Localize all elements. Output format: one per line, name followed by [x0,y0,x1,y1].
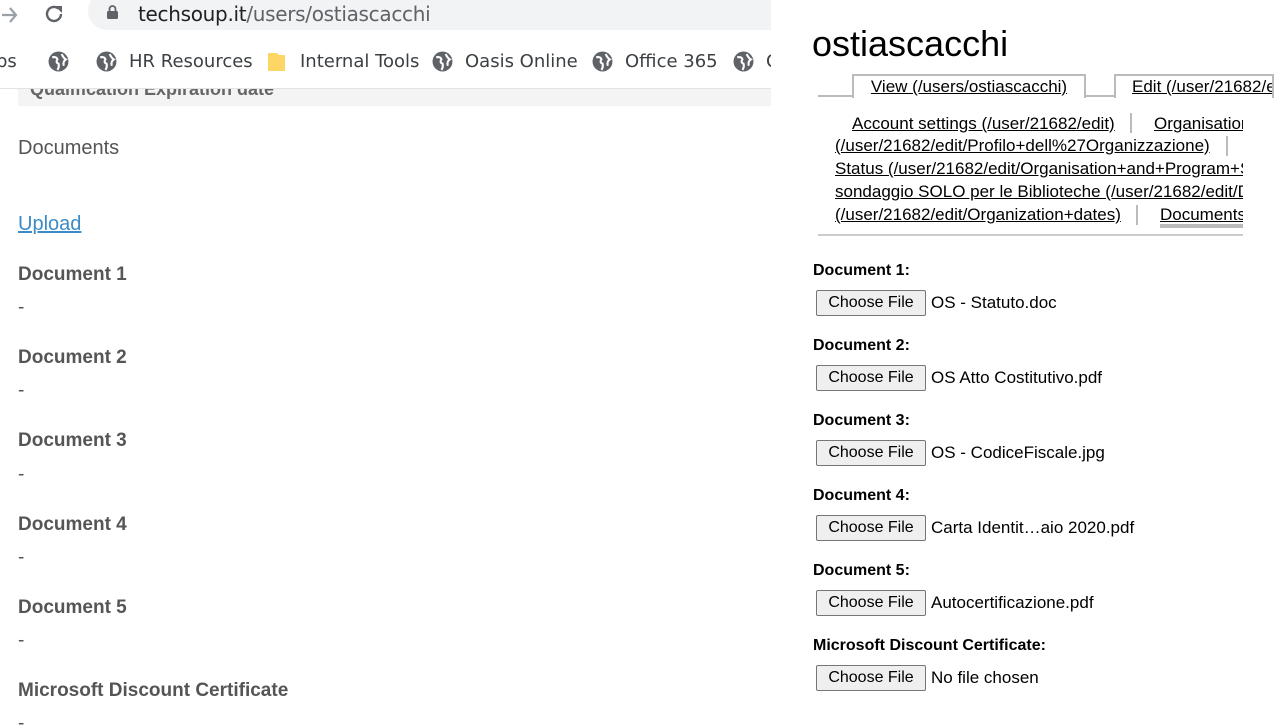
selected-file-name: OS - CodiceFiscale.jpg [931,443,1105,462]
folder-icon [268,52,285,71]
document-5-label: Document 5 [18,597,127,618]
document-2-value: - [18,380,25,401]
browser-window: techsoup.it/users/ostiascacchi ps HR Res… [0,0,771,726]
bookmark-internal-tools[interactable]: Internal Tools [267,40,419,82]
globe-icon [432,51,453,71]
choose-file-button[interactable]: Choose File [816,665,926,691]
bookmark-label: ps [0,50,17,72]
upload-link[interactable]: Upload [18,213,81,236]
subtabs-divider [818,234,1243,236]
document-3-value: - [18,464,25,485]
address-url[interactable]: techsoup.it/users/ostiascacchi [138,2,431,26]
bookmark-globe[interactable] [48,40,81,82]
subtab-organisation[interactable]: Organisation [1154,112,1243,135]
globe-icon [733,51,754,71]
subtab-organization-dates[interactable]: (/user/21682/edit/Organization+dates) [835,203,1121,226]
document-3-file-input: Choose File OS - CodiceFiscale.jpg [816,440,1105,466]
subtab-sondaggio[interactable]: sondaggio SOLO per le Biblioteche (/user… [835,180,1243,203]
subtab-separator [1136,205,1138,225]
edit-panel: ostiascacchi View (/users/ostiascacchi) … [771,0,1274,726]
bookmark-label: Internal Tools [300,50,420,72]
selected-file-name: Autocertificazione.pdf [931,593,1094,612]
subtab-organisation-profile-path[interactable]: (/user/21682/edit/Profilo+dell%27Organiz… [835,134,1210,157]
microsoft-certificate-value: - [18,713,25,726]
bookmarks-bar: ps HR Resources Internal Tools Oasis Onl… [0,40,771,82]
selected-file-name: No file chosen [931,668,1039,687]
document-5-file-input: Choose File Autocertificazione.pdf [816,590,1094,616]
profile-page: Qualification Expiration date Documents … [0,88,771,726]
selected-file-name: Carta Identit…aio 2020.pdf [931,518,1135,537]
bookmark-label: Oasis Online [465,50,578,72]
bookmark-label: Office 365 [625,50,718,72]
reload-icon[interactable] [42,0,66,28]
document-1-value: - [18,297,25,318]
choose-file-button[interactable]: Choose File [816,515,926,541]
choose-file-button[interactable]: Choose File [816,365,926,391]
document-4-file-input: Choose File Carta Identit…aio 2020.pdf [816,515,1134,541]
document-2-label: Document 2 [18,347,127,368]
microsoft-certificate-field-label: Microsoft Discount Certificate: [813,637,1046,654]
page-title: ostiascacchi [812,23,1009,64]
choose-file-button[interactable]: Choose File [816,590,926,616]
browser-toolbar: techsoup.it/users/ostiascacchi [0,0,771,30]
document-2-field-label: Document 2: [813,337,910,354]
document-1-label: Document 1 [18,264,127,285]
subtab-account-settings[interactable]: Account settings (/user/21682/edit) [852,112,1115,135]
document-3-label: Document 3 [18,430,127,451]
choose-file-button[interactable]: Choose File [816,290,926,316]
document-3-field-label: Document 3: [813,412,910,429]
tab-view[interactable]: View (/users/ostiascacchi) [852,74,1086,98]
bookmark-c[interactable]: C [733,40,771,82]
document-5-value: - [18,630,25,651]
forward-arrow-icon[interactable] [0,1,18,29]
document-4-field-label: Document 4: [813,487,910,504]
choose-file-button[interactable]: Choose File [816,440,926,466]
url-host: techsoup.it [138,2,247,26]
bookmark-hr-resources[interactable]: HR Resources [96,40,253,82]
bookmark-label: HR Resources [129,50,253,72]
subtabs: Account settings (/user/21682/edit) Orga… [835,112,1243,230]
bookmark-apps[interactable]: ps [0,40,17,82]
documents-heading: Documents [18,137,120,159]
globe-icon [48,51,69,71]
active-subtab-indicator [1160,224,1243,228]
bookmark-office-365[interactable]: Office 365 [592,40,718,82]
document-5-field-label: Document 5: [813,562,910,579]
lock-icon [107,5,118,19]
document-2-file-input: Choose File OS Atto Costitutivo.pdf [816,365,1102,391]
document-4-label: Document 4 [18,514,127,535]
selected-file-name: OS Atto Costitutivo.pdf [931,368,1103,387]
subtab-documents[interactable]: Documents [1160,203,1243,226]
document-1-field-label: Document 1: [813,262,910,279]
selected-file-name: OS - Statuto.doc [931,293,1057,312]
subtab-separator [1226,136,1228,156]
document-1-file-input: Choose File OS - Statuto.doc [816,290,1057,316]
qualification-label: Qualification Expiration date [30,88,275,99]
subtab-status[interactable]: Status (/user/21682/edit/Organisation+an… [835,157,1243,180]
url-path: /users/ostiascacchi [246,2,431,26]
document-4-value: - [18,547,25,568]
microsoft-certificate-file-input: Choose File No file chosen [816,665,1039,691]
subtab-separator [1130,113,1132,133]
microsoft-certificate-label: Microsoft Discount Certificate [18,680,289,701]
globe-icon [592,51,613,71]
globe-icon [96,51,117,71]
bookmark-oasis-online[interactable]: Oasis Online [432,40,578,82]
tab-edit[interactable]: Edit (/user/21682/edit) [1114,74,1274,98]
